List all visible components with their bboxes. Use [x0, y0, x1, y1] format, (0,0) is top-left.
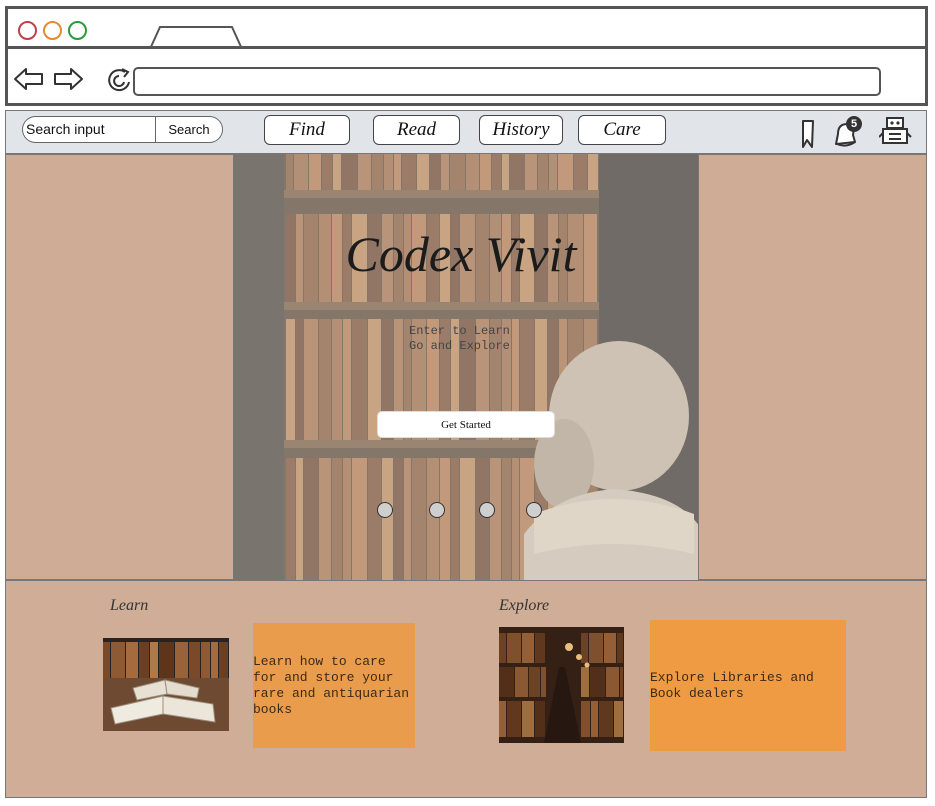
explore-card[interactable]: Explore Libraries and Book dealers	[650, 620, 846, 751]
carousel-indicator-2[interactable]	[429, 502, 445, 518]
explore-image[interactable]	[499, 627, 624, 743]
hero-tagline-line1: Enter to Learn	[409, 324, 510, 338]
learn-image[interactable]	[103, 638, 229, 731]
hero-image	[234, 154, 698, 580]
book-spine	[150, 642, 158, 678]
book-spine	[201, 642, 210, 678]
tab-history[interactable]: History	[479, 115, 563, 145]
notification-count-badge: 5	[850, 118, 858, 130]
get-started-button[interactable]: Get Started	[377, 411, 555, 438]
explore-heading: Explore	[499, 597, 550, 614]
robot-icon[interactable]	[879, 115, 913, 147]
right-side-panel	[698, 154, 927, 580]
bookmark-icon[interactable]	[800, 119, 816, 149]
book-spine	[103, 642, 110, 678]
carousel-indicator-1[interactable]	[377, 502, 393, 518]
carousel-indicator-4[interactable]	[526, 502, 542, 518]
learn-card[interactable]: Learn how to care for and store your rar…	[253, 623, 415, 748]
book-spine	[175, 642, 188, 678]
book-spine	[211, 642, 218, 678]
book-spine	[159, 642, 174, 678]
left-side-panel	[5, 154, 234, 580]
minimize-window-button[interactable]	[43, 21, 62, 40]
hero-tagline-line2: Go and Explore	[409, 339, 510, 353]
book-spine	[126, 642, 138, 678]
learn-card-text: Learn how to care for and store your rar…	[253, 653, 410, 717]
tab-read[interactable]: Read	[373, 115, 460, 145]
hero-title: Codex Vivit	[345, 226, 577, 282]
bookshelf-statue-image	[234, 154, 698, 580]
explore-card-text: Explore Libraries and Book dealers	[650, 669, 814, 701]
book-spine	[111, 642, 125, 678]
reload-icon[interactable]	[105, 66, 133, 94]
carousel-indicator-3[interactable]	[479, 502, 495, 518]
arrow-left-icon[interactable]	[13, 67, 45, 91]
browser-titlebar	[5, 6, 928, 50]
maximize-window-button[interactable]	[68, 21, 87, 40]
arrow-right-icon[interactable]	[52, 67, 84, 91]
search-input[interactable]: Search input	[22, 116, 156, 143]
tab-find[interactable]: Find	[264, 115, 350, 145]
close-window-button[interactable]	[18, 21, 37, 40]
book-spine	[219, 642, 228, 678]
learn-heading: Learn	[110, 597, 149, 614]
address-bar[interactable]	[133, 67, 881, 96]
tab-care[interactable]: Care	[578, 115, 666, 145]
book-spine	[139, 642, 149, 678]
book-spine	[189, 642, 200, 678]
search-button[interactable]: Search	[155, 116, 223, 143]
